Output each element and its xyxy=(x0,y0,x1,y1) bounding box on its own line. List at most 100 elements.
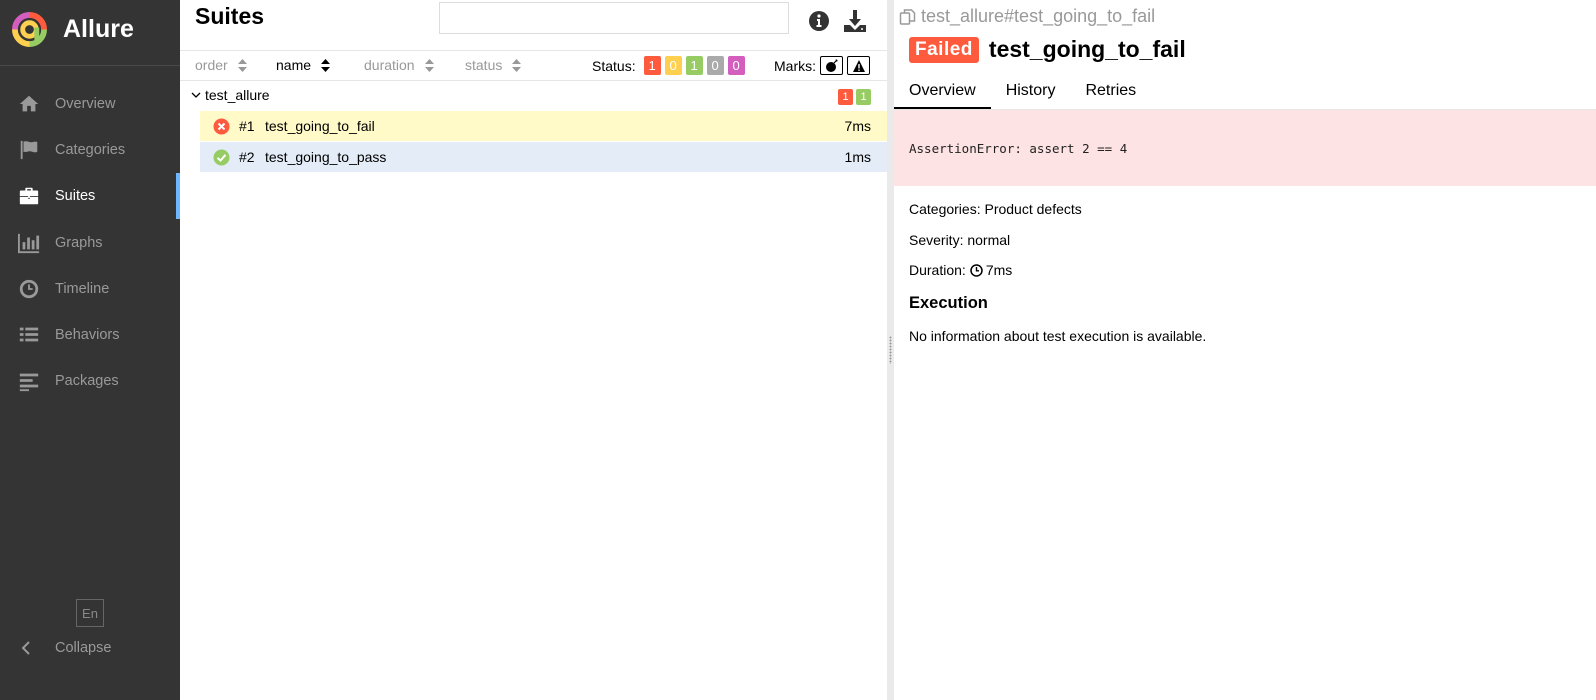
info-icon[interactable] xyxy=(808,10,830,32)
marks-filter: Marks: xyxy=(774,56,870,75)
sort-arrows-icon xyxy=(512,58,522,72)
search-input[interactable] xyxy=(439,2,789,34)
test-row[interactable]: #1 test_going_to_fail 7ms xyxy=(200,111,887,141)
status-filter-broken[interactable]: 0 xyxy=(664,56,682,75)
drag-handle-icon xyxy=(889,336,892,364)
sort-arrows-icon xyxy=(237,58,247,72)
sidebar-item-suites[interactable]: Suites xyxy=(0,173,180,220)
sort-label: duration xyxy=(364,57,415,73)
sidebar: Allure Overview Categories Suites Graphs… xyxy=(0,0,180,700)
sort-by-duration[interactable]: duration xyxy=(364,57,434,73)
sidebar-item-label: Behaviors xyxy=(55,327,120,344)
status-filter-skipped[interactable]: 0 xyxy=(706,56,724,75)
flaky-icon xyxy=(825,58,838,72)
warning-mark-button[interactable] xyxy=(847,56,870,75)
severity-value: normal xyxy=(967,232,1011,248)
bar-chart-icon xyxy=(17,231,41,255)
language-button[interactable]: En xyxy=(76,599,104,627)
test-title: test_going_to_fail xyxy=(988,36,1186,62)
list-icon xyxy=(17,323,41,347)
breadcrumb-text: test_allure#test_going_to_fail xyxy=(921,6,1156,26)
briefcase-icon xyxy=(17,184,41,208)
test-row[interactable]: #2 test_going_to_pass 1ms xyxy=(200,142,887,172)
sidebar-item-label: Overview xyxy=(55,96,116,113)
test-duration: 7ms xyxy=(844,118,871,134)
chevron-down-icon xyxy=(191,92,201,98)
test-number: #1 xyxy=(239,118,255,134)
sidebar-item-label: Suites xyxy=(55,188,96,205)
sort-label: status xyxy=(465,57,503,73)
test-detail-pane: test_allure#test_going_to_fail Failed te… xyxy=(894,0,1596,700)
test-title-row: Failed test_going_to_fail xyxy=(909,36,1186,63)
sort-arrows-icon xyxy=(321,58,331,72)
failed-count-badge: 1 xyxy=(838,89,853,105)
sort-by-status[interactable]: status xyxy=(465,57,522,73)
sidebar-item-categories[interactable]: Categories xyxy=(0,127,180,173)
sidebar-item-graphs[interactable]: Graphs xyxy=(0,220,180,266)
categories-label: Categories: xyxy=(909,201,981,217)
allure-logo-icon xyxy=(12,11,47,47)
clock-icon xyxy=(970,263,983,277)
sidebar-item-label: Timeline xyxy=(55,280,110,297)
clock-icon xyxy=(17,277,41,301)
categories-value[interactable]: Product defects xyxy=(984,201,1081,217)
detail-tabs: Overview History Retries xyxy=(894,78,1151,110)
error-message-box: AssertionError: assert 2 == 4 xyxy=(894,110,1596,186)
status-filter-unknown[interactable]: 0 xyxy=(727,56,745,75)
sort-arrows-icon xyxy=(424,58,434,72)
flaky-mark-button[interactable] xyxy=(820,56,843,75)
collapse-button[interactable]: Collapse xyxy=(20,640,111,656)
sidebar-item-label: Packages xyxy=(55,373,119,390)
test-name: test_going_to_fail xyxy=(265,118,375,134)
duration-label: Duration: xyxy=(909,262,966,278)
suite-group-name: test_allure xyxy=(205,87,270,103)
download-icon[interactable] xyxy=(842,8,868,34)
divider xyxy=(0,65,180,66)
categories-line: Categories: Product defects xyxy=(909,201,1082,217)
brand[interactable]: Allure xyxy=(12,11,134,47)
copy-icon[interactable] xyxy=(899,8,917,26)
tab-overview[interactable]: Overview xyxy=(894,78,991,110)
sidebar-item-packages[interactable]: Packages xyxy=(0,358,180,404)
home-icon xyxy=(17,92,41,116)
failed-circle-icon xyxy=(213,118,230,135)
duration-line: Duration: 7ms xyxy=(909,262,1012,278)
sidebar-item-behaviors[interactable]: Behaviors xyxy=(0,312,180,358)
flag-icon xyxy=(17,138,41,162)
sidebar-item-label: Categories xyxy=(55,142,126,159)
severity-label: Severity: xyxy=(909,232,964,248)
tab-history[interactable]: History xyxy=(991,78,1071,110)
passed-circle-icon xyxy=(213,149,230,166)
sort-label: name xyxy=(276,57,312,73)
status-filter-passed[interactable]: 1 xyxy=(685,56,703,75)
test-duration: 1ms xyxy=(844,149,871,165)
execution-text: No information about test execution is a… xyxy=(909,328,1207,344)
warning-icon xyxy=(852,59,865,72)
sort-by-order[interactable]: order xyxy=(195,57,247,73)
status-filter-label: Status: xyxy=(592,57,636,74)
severity-line: Severity: normal xyxy=(909,232,1010,248)
status-filter: Status: 1 0 1 0 0 xyxy=(592,56,745,75)
suites-pane: Suites order name duration status Status… xyxy=(180,0,887,700)
sort-by-name[interactable]: name xyxy=(276,57,331,73)
collapse-label: Collapse xyxy=(55,640,112,656)
sidebar-item-overview[interactable]: Overview xyxy=(0,81,180,127)
marks-label: Marks: xyxy=(774,57,816,74)
sidebar-item-label: Graphs xyxy=(55,234,103,251)
pane-splitter[interactable] xyxy=(887,0,894,700)
chevron-left-icon xyxy=(20,640,36,656)
page-title: Suites xyxy=(195,3,265,29)
suite-group-row[interactable]: test_allure 1 1 xyxy=(180,81,887,111)
duration-value: 7ms xyxy=(985,262,1013,278)
sidebar-item-timeline[interactable]: Timeline xyxy=(0,266,180,312)
status-badge: Failed xyxy=(909,36,979,63)
test-number: #2 xyxy=(239,149,255,165)
sidebar-nav: Overview Categories Suites Graphs Timeli… xyxy=(0,81,180,404)
execution-heading: Execution xyxy=(909,294,988,312)
sort-label: order xyxy=(195,57,228,73)
error-message: AssertionError: assert 2 == 4 xyxy=(909,141,1128,156)
tab-retries[interactable]: Retries xyxy=(1070,78,1151,110)
sort-bar: order name duration status Status: 1 0 1… xyxy=(180,51,887,81)
status-filter-failed[interactable]: 1 xyxy=(643,56,661,75)
breadcrumb: test_allure#test_going_to_fail xyxy=(899,6,1155,27)
